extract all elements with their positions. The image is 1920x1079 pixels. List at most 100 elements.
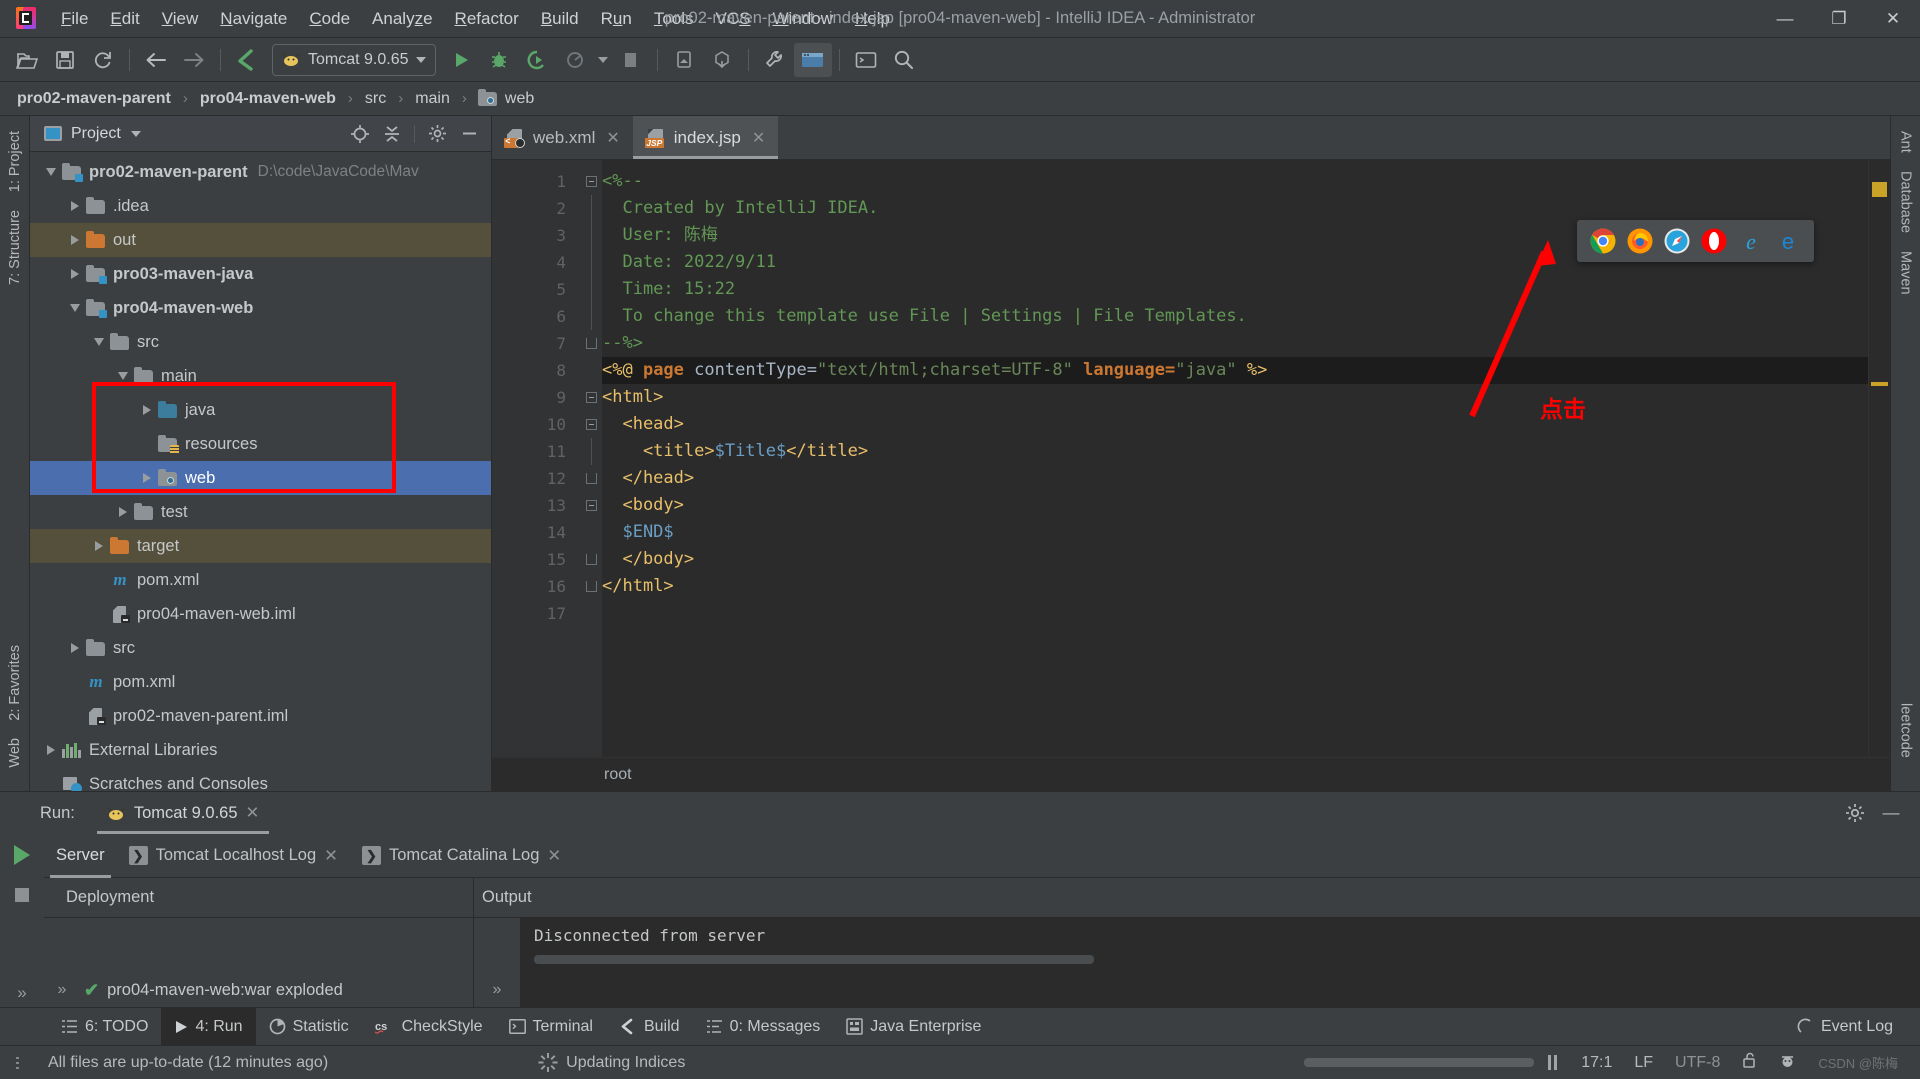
code-line[interactable]: <%--	[602, 168, 1868, 195]
menu-file[interactable]: File	[50, 5, 99, 33]
menu-refactor[interactable]: Refactor	[444, 5, 530, 33]
code-line[interactable]: Time: 15:22	[602, 276, 1868, 303]
gear-icon[interactable]	[423, 121, 451, 147]
tool-build[interactable]: Build	[606, 1008, 693, 1046]
run-config-tab-close-icon[interactable]: ✕	[246, 803, 260, 823]
caret-position[interactable]: 17:1	[1571, 1054, 1622, 1072]
chevron-right-icon[interactable]	[88, 541, 110, 551]
breadcrumb-item-4[interactable]: web	[502, 88, 537, 110]
fold-marker-html[interactable]	[580, 384, 602, 411]
menu-vcs[interactable]: VCS	[705, 5, 762, 33]
output-expand-icon[interactable]: »	[474, 918, 520, 1007]
sidebar-item-ant[interactable]: Ant	[1893, 122, 1919, 162]
chevron-right-icon[interactable]	[64, 643, 86, 653]
run-tab-catalina-close-icon[interactable]: ✕	[547, 846, 561, 866]
settings-wrench-icon[interactable]	[756, 43, 794, 77]
code-folding-gutter[interactable]	[580, 160, 602, 757]
edge-icon[interactable]: e	[1775, 228, 1801, 254]
tree-node-resources[interactable]: resources	[30, 427, 491, 461]
code-line[interactable]: </body>	[602, 546, 1868, 573]
breadcrumb-item-2[interactable]: src	[362, 88, 389, 110]
menu-tools[interactable]: Tools	[643, 5, 705, 33]
locate-icon[interactable]	[346, 121, 374, 147]
internet-explorer-icon[interactable]: e	[1738, 228, 1764, 254]
tool-terminal[interactable]: Terminal	[496, 1008, 606, 1046]
menu-run[interactable]: Run	[590, 5, 643, 33]
code-line[interactable]: <html>	[602, 384, 1868, 411]
run-icon[interactable]	[442, 43, 480, 77]
file-encoding[interactable]: UTF-8	[1665, 1054, 1730, 1072]
project-panel-chevron-down-icon[interactable]	[130, 130, 141, 137]
stop-run-icon[interactable]	[7, 881, 37, 909]
fold-marker[interactable]	[580, 168, 602, 195]
sidebar-item-favorites[interactable]: 2: Favorites	[2, 636, 28, 730]
tree-node-pro02-maven-parent[interactable]: pro02-maven-parent D:\code\JavaCode\Mav	[30, 155, 491, 189]
tree-node-target[interactable]: target	[30, 529, 491, 563]
run-configuration-selector[interactable]: Tomcat 9.0.65	[272, 43, 436, 76]
deployment-expand-icon[interactable]: »	[44, 918, 80, 1007]
chevron-right-icon[interactable]	[64, 269, 86, 279]
menu-window[interactable]: Window	[762, 5, 844, 33]
safari-icon[interactable]	[1664, 228, 1690, 254]
chevron-down-icon[interactable]	[112, 372, 134, 380]
chevron-right-icon[interactable]	[64, 201, 86, 211]
collapse-all-icon[interactable]	[378, 121, 406, 147]
profiler-icon[interactable]	[556, 43, 594, 77]
tree-node-main[interactable]: main	[30, 359, 491, 393]
warning-stripe-marker[interactable]	[1871, 382, 1888, 386]
code-line[interactable]: Created by IntelliJ IDEA.	[602, 195, 1868, 222]
menu-view[interactable]: View	[151, 5, 210, 33]
code-line[interactable]: To change this template use File | Setti…	[602, 303, 1868, 330]
tree-node-src[interactable]: src	[30, 631, 491, 665]
inspector-icon[interactable]	[1769, 1052, 1806, 1074]
tree-node-idea[interactable]: .idea	[30, 189, 491, 223]
tree-node-pom-xml[interactable]: m pom.xml	[30, 665, 491, 699]
navigate-forward-icon[interactable]	[175, 43, 213, 77]
code-line[interactable]: <title>$Title$</title>	[602, 438, 1868, 465]
console-horizontal-scrollbar[interactable]	[534, 955, 1094, 964]
menu-build[interactable]: Build	[530, 5, 590, 33]
tab-index-jsp[interactable]: JSP index.jsp ✕	[632, 116, 779, 159]
tree-node-out[interactable]: out	[30, 223, 491, 257]
tree-node-pro03-maven-java[interactable]: pro03-maven-java	[30, 257, 491, 291]
editor-scrollbar-markers[interactable]	[1868, 160, 1890, 757]
sidebar-item-project[interactable]: 1: Project	[2, 122, 28, 201]
code-line[interactable]: </html>	[602, 573, 1868, 600]
open-in-browser-icon[interactable]	[793, 42, 832, 77]
code-line[interactable]: $END$	[602, 519, 1868, 546]
chevron-right-icon[interactable]	[112, 507, 134, 517]
pause-indexing-icon[interactable]	[1548, 1055, 1558, 1070]
terminal-toolbar-icon[interactable]	[847, 43, 885, 77]
fold-end-head[interactable]	[580, 465, 602, 492]
stop-icon[interactable]	[612, 43, 650, 77]
project-tree[interactable]: pro02-maven-parent D:\code\JavaCode\Mav .i…	[30, 152, 491, 791]
tab-web-xml-close-icon[interactable]: ✕	[606, 128, 619, 148]
sidebar-item-structure[interactable]: 7: Structure	[2, 201, 28, 294]
code-line[interactable]: --%>	[602, 330, 1868, 357]
debug-icon[interactable]	[480, 43, 518, 77]
run-with-coverage-icon[interactable]	[518, 43, 556, 77]
tree-node-java[interactable]: java	[30, 393, 491, 427]
run-tab-tomcat-localhost-log[interactable]: ❯ Tomcat Localhost Log ✕	[117, 834, 350, 878]
fold-end-html[interactable]	[580, 573, 602, 600]
code-line[interactable]: <body>	[602, 492, 1868, 519]
profiler-dropdown-icon[interactable]	[594, 43, 612, 77]
fold-marker-body[interactable]	[580, 492, 602, 519]
chevron-right-icon[interactable]	[64, 235, 86, 245]
code-line[interactable]: </head>	[602, 465, 1868, 492]
maximize-button[interactable]: ❐	[1812, 0, 1866, 38]
menu-navigate[interactable]: Navigate	[209, 5, 298, 33]
device-manager-icon[interactable]	[665, 43, 703, 77]
minimize-button[interactable]: —	[1758, 0, 1812, 38]
chevron-down-icon[interactable]	[88, 338, 110, 346]
tree-node-pro02-maven-parent-iml[interactable]: pro02-maven-parent.iml	[30, 699, 491, 733]
opera-icon[interactable]	[1701, 228, 1727, 254]
sidebar-item-database[interactable]: Database	[1893, 162, 1919, 242]
tree-node-web[interactable]: web	[30, 461, 491, 495]
chrome-icon[interactable]	[1590, 228, 1616, 254]
run-tab-server[interactable]: Server	[44, 834, 117, 878]
chevron-down-icon[interactable]	[40, 168, 62, 176]
close-button[interactable]: ✕	[1866, 0, 1920, 38]
tool-todo[interactable]: 6: TODO	[48, 1008, 161, 1046]
menu-help[interactable]: Help	[844, 5, 901, 33]
